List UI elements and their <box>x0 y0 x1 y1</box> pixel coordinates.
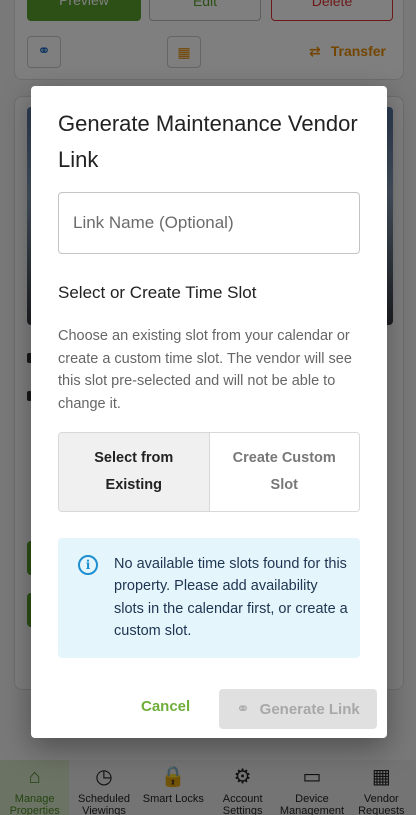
cancel-button[interactable]: Cancel <box>141 698 190 715</box>
info-icon: i <box>78 555 98 575</box>
info-message: No available time slots found for this p… <box>114 556 348 639</box>
link-name-input[interactable] <box>58 192 360 254</box>
time-slot-description: Choose an existing slot from your calend… <box>58 328 352 412</box>
dialog-title: Generate Maintenance Vendor Link <box>58 111 358 172</box>
time-slot-section-title: Select or Create Time Slot <box>58 283 257 302</box>
generate-link-button[interactable]: ⚭ Generate Link <box>219 689 377 729</box>
link-icon: ⚭ <box>236 701 250 718</box>
time-slot-mode-toggle: Select from Existing Create Custom Slot <box>58 432 360 512</box>
select-existing-option[interactable]: Select from Existing <box>59 433 210 511</box>
create-custom-option[interactable]: Create Custom Slot <box>209 433 359 511</box>
no-slots-info-alert: i No available time slots found for this… <box>58 538 360 658</box>
vendor-link-dialog: Generate Maintenance Vendor Link Select … <box>31 86 387 738</box>
generate-link-label: Generate Link <box>259 700 360 718</box>
